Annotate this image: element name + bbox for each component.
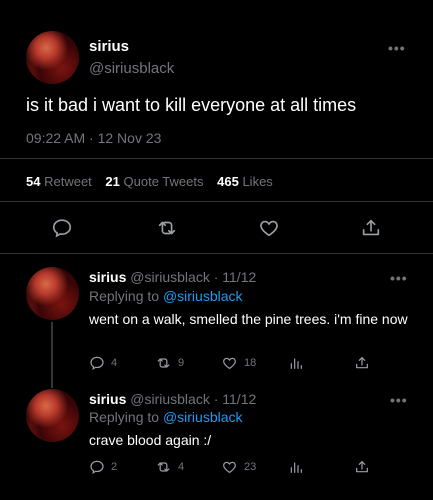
more-dots-icon[interactable]: ••• (390, 270, 408, 286)
analytics-icon (290, 358, 302, 369)
retweet-stat[interactable]: 54 Retweet (26, 174, 92, 189)
mention-link[interactable]: @siriusblack (163, 288, 243, 304)
reply-icon (90, 460, 104, 474)
like-stat[interactable]: 465 Likes (217, 174, 273, 189)
divider (0, 201, 433, 202)
avatar[interactable] (26, 267, 79, 320)
analytics-button[interactable] (288, 355, 304, 371)
reply-text: crave blood again :/ (89, 432, 212, 448)
reply-actions: 4 9 18 (0, 355, 433, 375)
retweet-icon (157, 462, 170, 472)
tweet-text: is it bad i want to kill everyone at all… (26, 95, 357, 115)
reply-actions: 2 4 23 (0, 459, 433, 479)
retweet-count: 9 (178, 357, 185, 369)
mention-link[interactable]: @siriusblack (163, 409, 243, 425)
reply-header: sirius @siriusblack · 11/12 (89, 391, 256, 407)
reply-text: went on a walk, smelled the pine trees. … (89, 311, 408, 327)
reply-header: sirius @siriusblack · 11/12 (89, 269, 256, 285)
author-name[interactable]: sirius (89, 269, 126, 285)
avatar[interactable] (26, 389, 79, 442)
quote-stat[interactable]: 21 Quote Tweets (105, 174, 203, 189)
share-icon (356, 461, 368, 473)
reply-icon[interactable] (51, 217, 73, 239)
tweet-actions (0, 214, 433, 244)
retweet-icon (157, 358, 170, 368)
like-count: 18 (244, 357, 257, 369)
reply-icon (90, 356, 104, 370)
share-icon (356, 357, 368, 369)
author-name[interactable]: sirius (89, 391, 126, 407)
retweet-icon[interactable] (156, 217, 178, 239)
like-icon (223, 461, 236, 474)
tweet-timestamp[interactable]: 09:22 AM · 12 Nov 23 (26, 130, 161, 146)
like-button[interactable]: 18 (221, 355, 256, 371)
analytics-icon (290, 462, 302, 473)
like-icon[interactable] (258, 217, 280, 239)
reply-date[interactable]: · 11/12 (214, 269, 257, 285)
retweet-button[interactable]: 4 (155, 459, 184, 475)
more-dots-icon[interactable]: ••• (390, 392, 408, 408)
reply-count: 2 (111, 461, 118, 473)
retweet-button[interactable]: 9 (155, 355, 184, 371)
author-handle[interactable]: @siriusblack (130, 391, 210, 407)
reply-count: 4 (111, 357, 118, 369)
like-count: 23 (244, 461, 257, 473)
replying-to: Replying to @siriusblack (89, 409, 243, 425)
author-name[interactable]: sirius (89, 38, 129, 55)
share-button[interactable] (354, 459, 370, 475)
more-dots-icon[interactable]: ••• (388, 40, 406, 56)
reply-date[interactable]: · 11/12 (214, 391, 257, 407)
tweet-stats: 54 Retweet 21 Quote Tweets 465 Likes (26, 174, 283, 189)
like-icon (223, 357, 236, 370)
retweet-count: 4 (178, 461, 185, 473)
divider (0, 253, 433, 254)
replying-to: Replying to @siriusblack (89, 288, 243, 304)
avatar[interactable] (26, 31, 79, 84)
analytics-button[interactable] (288, 459, 304, 475)
reply-button[interactable]: 4 (89, 355, 117, 371)
author-handle[interactable]: @siriusblack (89, 60, 174, 77)
reply-button[interactable]: 2 (89, 459, 117, 475)
share-button[interactable] (354, 355, 370, 371)
divider (0, 158, 433, 159)
author-handle[interactable]: @siriusblack (130, 269, 210, 285)
share-icon[interactable] (360, 217, 382, 239)
like-button[interactable]: 23 (221, 459, 256, 475)
